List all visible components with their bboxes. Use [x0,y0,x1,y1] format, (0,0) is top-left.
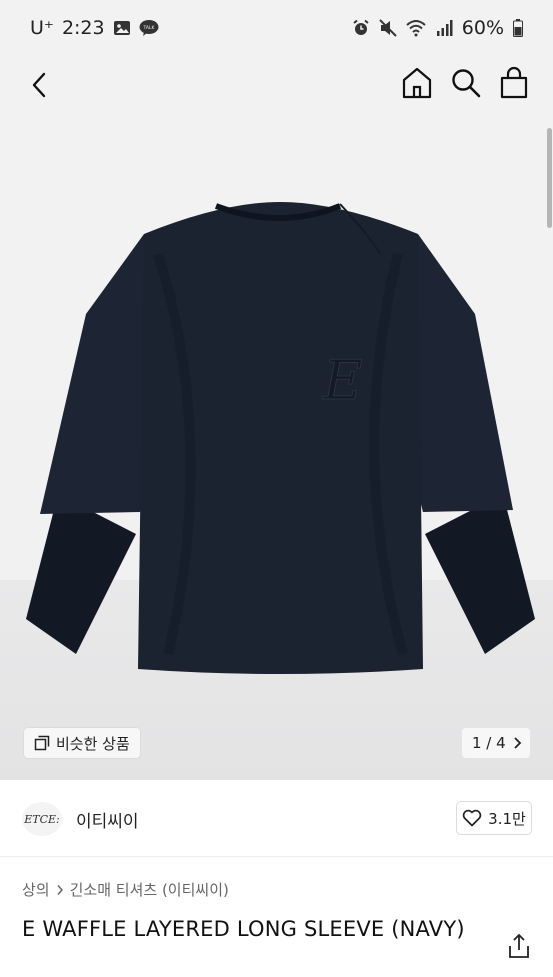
breadcrumb: 상의 긴소매 티셔츠 (이티씨이) [22,879,229,900]
battery-percent: 60% [461,17,504,39]
brand-row[interactable]: ETCE: 이티씨이 3.1만 [0,780,553,857]
like-button[interactable]: 3.1만 [456,801,532,835]
signal-icon [436,20,453,36]
wifi-icon [406,20,426,37]
product-image-carousel[interactable]: E 비슷한 상품 1 / 4 [0,60,553,780]
brand-name[interactable]: 이티씨이 [76,807,139,832]
status-right: 60% [352,17,523,39]
status-left: U⁺ 2:23 TALK [30,17,159,39]
copy-icon [34,735,50,751]
alarm-icon [353,19,369,35]
kakaotalk-icon: TALK [139,20,159,36]
breadcrumb-subcategory[interactable]: 긴소매 티셔츠 (이티씨이) [70,879,229,900]
shopping-bag-icon[interactable] [497,64,531,102]
pager-count: 1 / 4 [472,734,506,752]
status-time: 2:23 [61,17,105,39]
similar-products-button[interactable]: 비슷한 상품 [24,728,140,758]
back-icon[interactable] [24,68,58,102]
brand-logo[interactable]: ETCE: [22,802,62,836]
chevron-right-icon [57,884,63,895]
gallery-icon [113,21,130,35]
status-bar: U⁺ 2:23 TALK 60% [0,0,553,60]
product-title: E WAFFLE LAYERED LONG SLEEVE (NAVY) [22,917,465,941]
svg-text:TALK: TALK [142,25,155,31]
home-icon[interactable] [400,64,434,102]
brand-logo-text: ETCE: [24,812,60,826]
share-icon[interactable] [506,932,532,960]
search-icon[interactable] [449,66,483,100]
heart-icon [462,809,482,827]
shirt-logo-letter: E [322,349,362,412]
product-image: E [26,202,535,674]
breadcrumb-category[interactable]: 상의 [22,879,50,900]
carrier-label: U⁺ [30,17,54,39]
image-pager[interactable]: 1 / 4 [462,728,530,758]
like-count: 3.1만 [488,809,526,828]
battery-icon [513,19,523,37]
similar-products-label: 비슷한 상품 [56,734,130,753]
chevron-right-icon [514,737,521,749]
mute-icon [379,19,397,37]
scrollbar-thumb[interactable] [547,128,552,228]
